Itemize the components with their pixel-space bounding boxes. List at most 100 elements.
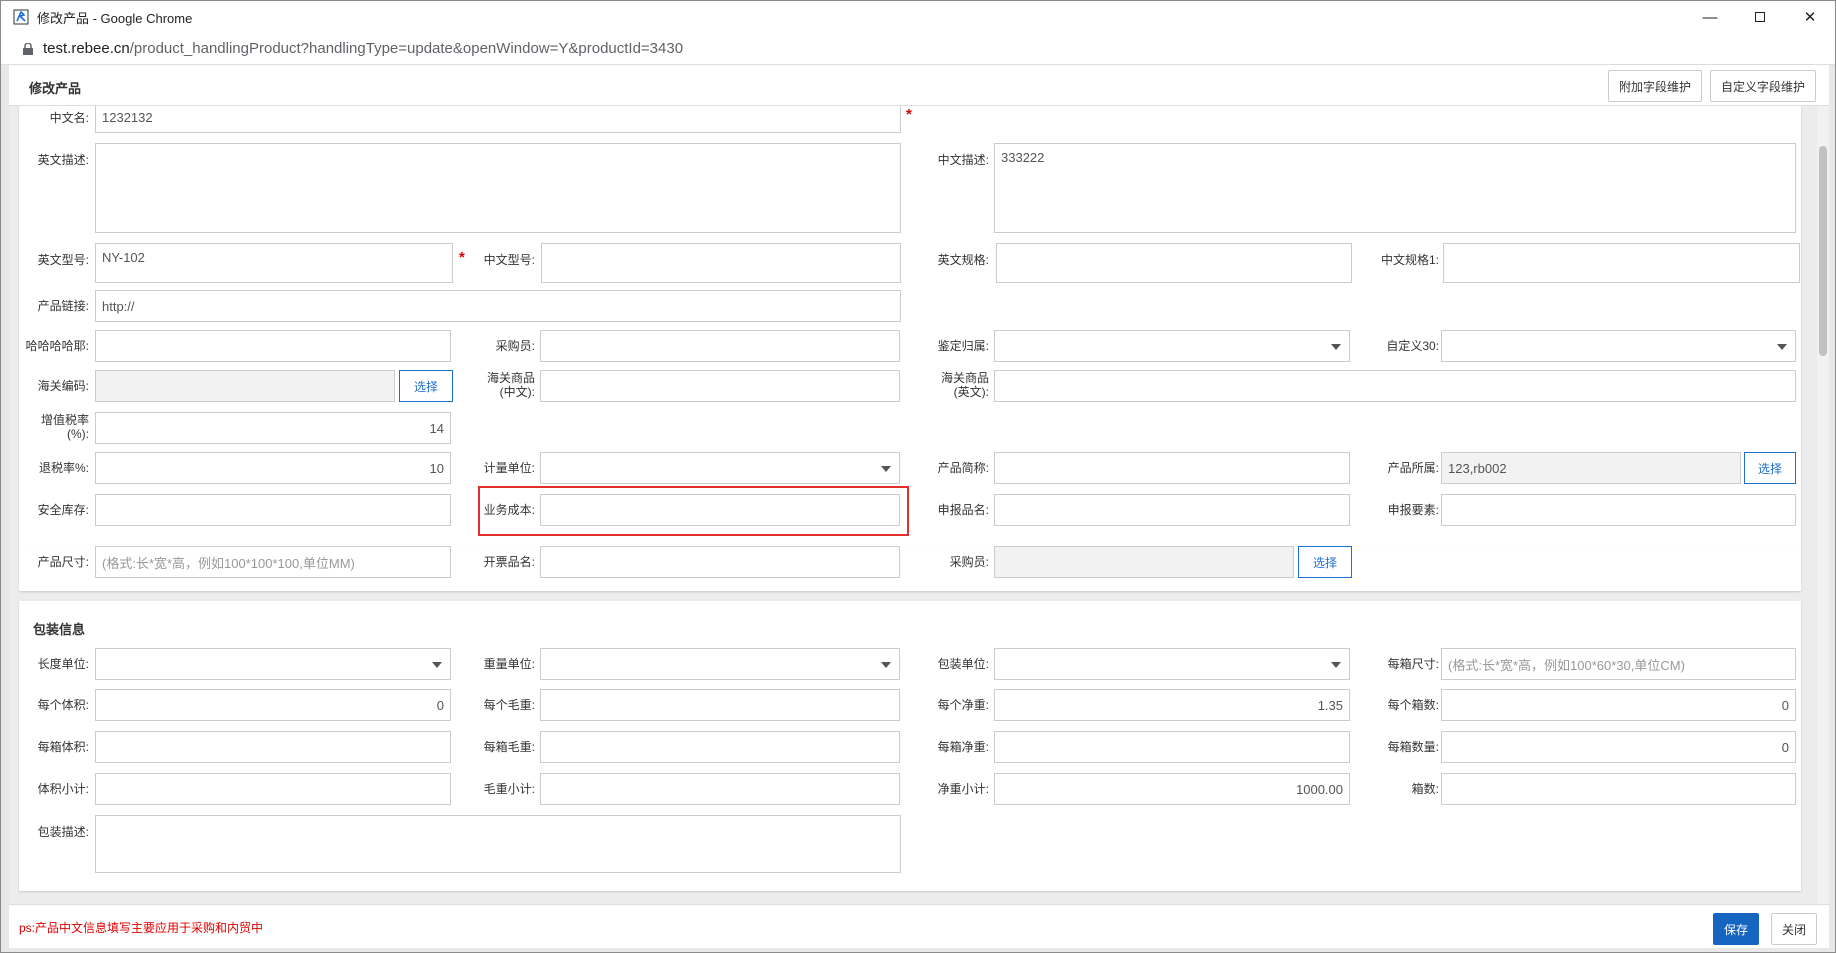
close-button[interactable]: 关闭 <box>1771 913 1817 945</box>
unit-volume-input[interactable]: 0 <box>95 689 451 721</box>
customs-en-input[interactable] <box>994 370 1796 402</box>
page-title: 修改产品 <box>29 81 82 96</box>
unit-volume-label: 每个体积: <box>37 698 89 712</box>
declare-name-input[interactable] <box>994 494 1350 526</box>
unit-gross-input[interactable] <box>540 689 900 721</box>
rebate-label: 退税率%: <box>38 461 89 475</box>
box-qty-input[interactable]: 0 <box>1441 731 1796 763</box>
pack-desc-textarea[interactable] <box>95 815 901 873</box>
pack-unit-select[interactable] <box>994 648 1350 680</box>
chevron-down-icon <box>881 466 891 472</box>
safety-stock-input[interactable] <box>95 494 451 526</box>
custom30-select[interactable] <box>1441 330 1796 362</box>
vat-label: 增值税率 (%): <box>40 413 89 441</box>
form-scroll-area[interactable]: 中文名: 1232132 * 英文描述: 中文描述: 333222 英文型号: … <box>9 106 1829 904</box>
page: 修改产品 附加字段维护 自定义字段维护 中文名: 1232132 * 英文描述:… <box>9 65 1829 948</box>
close-window-button[interactable]: ✕ <box>1785 1 1835 33</box>
extra-fields-button[interactable]: 附加字段维护 <box>1608 70 1703 102</box>
scrollbar-thumb[interactable] <box>1819 146 1827 356</box>
owner-select-button[interactable]: 选择 <box>1744 452 1796 484</box>
unit-net-input[interactable]: 1.35 <box>994 689 1350 721</box>
volume-total-input[interactable] <box>95 773 451 805</box>
packing-info-panel: 包装信息 长度单位: 重量单位: 包装单位: 每箱尺寸: (格式:长*宽*高，例… <box>19 601 1801 891</box>
owner-input[interactable]: 123,rb002 <box>1441 452 1741 484</box>
haha-label: 哈哈哈哈耶: <box>25 339 89 353</box>
close-icon: ✕ <box>1803 9 1817 26</box>
box-gross-label: 每箱毛重: <box>483 740 535 754</box>
size-label: 产品尺寸: <box>37 555 89 569</box>
unit-label: 计量单位: <box>483 461 535 475</box>
customs-cn-input[interactable] <box>540 370 900 402</box>
required-mark: * <box>459 249 465 266</box>
buyer-label: 采购员: <box>495 339 535 353</box>
en-desc-textarea[interactable] <box>95 143 901 233</box>
hs-select-button[interactable]: 选择 <box>399 370 453 402</box>
cn-model-input[interactable] <box>541 243 901 283</box>
link-input[interactable]: http:// <box>95 290 901 322</box>
invoice-name-input[interactable] <box>540 546 900 578</box>
page-header: 修改产品 附加字段维护 自定义字段维护 <box>9 65 1829 106</box>
address-bar[interactable]: test.rebee.cn/product_handlingProduct?ha… <box>1 33 1835 65</box>
short-name-input[interactable] <box>994 452 1350 484</box>
identify-select[interactable] <box>994 330 1350 362</box>
title-bar: 修改产品 - Google Chrome — ✕ <box>1 1 1835 33</box>
footer-bar: ps:产品中文信息填写主要应用于采购和内贸中 保存 关闭 <box>9 904 1829 948</box>
box-volume-input[interactable] <box>95 731 451 763</box>
cn-model-label: 中文型号: <box>483 253 535 267</box>
chevron-down-icon <box>1331 662 1341 668</box>
owner-label: 产品所属: <box>1387 461 1439 475</box>
save-button[interactable]: 保存 <box>1713 913 1759 945</box>
box-size-input[interactable]: (格式:长*宽*高，例如100*60*30,单位CM) <box>1441 648 1796 680</box>
box-size-label: 每箱尺寸: <box>1387 657 1439 671</box>
declare-elements-input[interactable] <box>1441 494 1796 526</box>
volume-total-label: 体积小计: <box>37 782 89 796</box>
basic-info-panel: 中文名: 1232132 * 英文描述: 中文描述: 333222 英文型号: … <box>19 106 1801 545</box>
unit-gross-label: 每个毛重: <box>483 698 535 712</box>
gross-total-input[interactable] <box>540 773 900 805</box>
pack-desc-label: 包装描述: <box>37 825 89 839</box>
vat-input[interactable]: 14 <box>95 412 451 444</box>
box-qty-label: 每箱数量: <box>1387 740 1439 754</box>
identify-label: 鉴定归属: <box>937 339 989 353</box>
weight-unit-select[interactable] <box>540 648 900 680</box>
custom-fields-button[interactable]: 自定义字段维护 <box>1710 70 1817 102</box>
cn-desc-label: 中文描述: <box>937 153 989 167</box>
basic-info-panel-bottom: 产品尺寸: (格式:长*宽*高，例如100*100*100,单位MM) 开票品名… <box>19 545 1801 591</box>
unit-boxes-input[interactable]: 0 <box>1441 689 1796 721</box>
cn-spec-input[interactable] <box>1443 243 1800 283</box>
vertical-scrollbar[interactable] <box>1817 106 1829 904</box>
invoice-name-label: 开票品名: <box>483 555 535 569</box>
box-gross-input[interactable] <box>540 731 900 763</box>
haha-input[interactable] <box>95 330 451 362</box>
weight-unit-label: 重量单位: <box>483 657 535 671</box>
net-total-input[interactable]: 1000.00 <box>994 773 1350 805</box>
rebate-input[interactable]: 10 <box>95 452 451 484</box>
boxes-input[interactable] <box>1441 773 1796 805</box>
hs-code-input[interactable] <box>95 370 395 402</box>
size-input[interactable]: (格式:长*宽*高，例如100*100*100,单位MM) <box>95 546 451 578</box>
required-mark: * <box>906 106 912 123</box>
en-spec-input[interactable] <box>996 243 1352 283</box>
box-net-input[interactable] <box>994 731 1350 763</box>
en-desc-label: 英文描述: <box>37 153 89 167</box>
length-unit-select[interactable] <box>95 648 451 680</box>
cn-name-label: 中文名: <box>49 111 89 125</box>
box-volume-label: 每箱体积: <box>37 740 89 754</box>
custom30-label: 自定义30: <box>1386 339 1439 353</box>
cn-name-input[interactable]: 1232132 <box>95 106 901 133</box>
en-model-input[interactable]: NY-102 <box>95 243 453 283</box>
unit-boxes-label: 每个箱数: <box>1387 698 1439 712</box>
buyer-input[interactable] <box>540 330 900 362</box>
buyer2-select-button[interactable]: 选择 <box>1298 546 1352 578</box>
minimize-button[interactable]: — <box>1685 1 1735 33</box>
declare-elements-label: 申报要素: <box>1387 503 1439 517</box>
link-label: 产品链接: <box>37 299 89 313</box>
unit-select[interactable] <box>540 452 900 484</box>
length-unit-label: 长度单位: <box>37 657 89 671</box>
safety-stock-label: 安全库存: <box>37 503 89 517</box>
app-logo-icon <box>13 9 29 25</box>
maximize-button[interactable] <box>1735 1 1785 33</box>
cn-desc-textarea[interactable]: 333222 <box>994 143 1796 233</box>
buyer2-label: 采购员: <box>949 555 989 569</box>
buyer2-input[interactable] <box>994 546 1294 578</box>
